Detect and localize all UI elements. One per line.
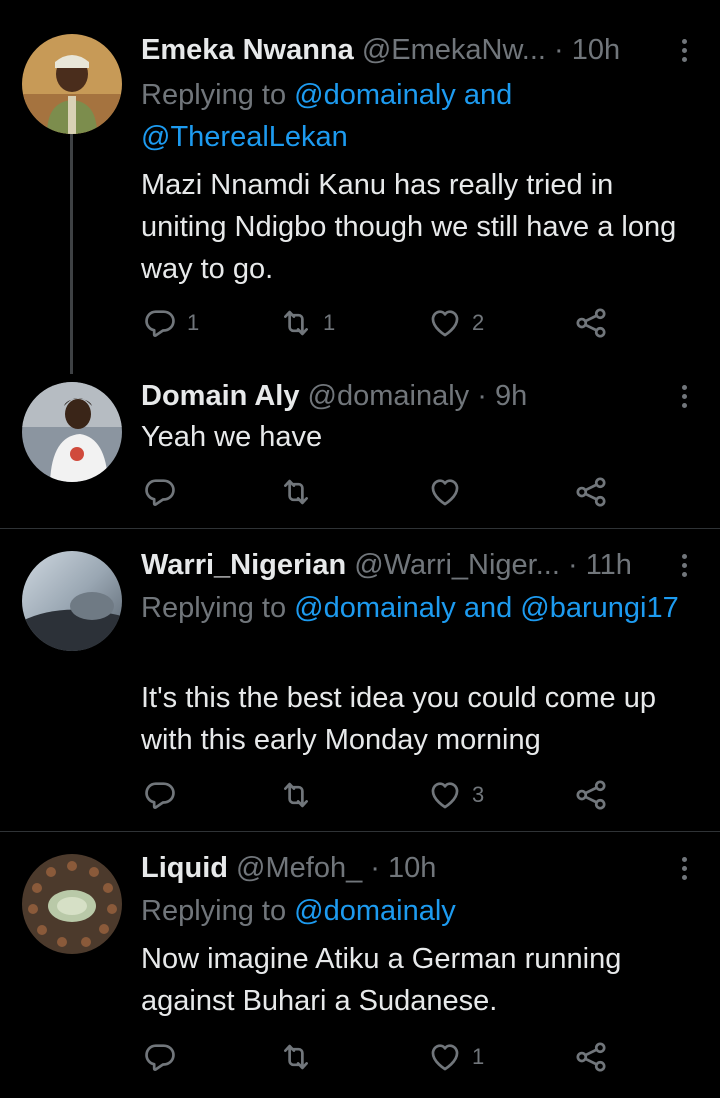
display-name[interactable]: Liquid xyxy=(141,852,228,884)
tweet-header: Domain Aly @domainaly · 9h xyxy=(141,378,650,414)
like-count: 3 xyxy=(472,782,485,807)
retweet-count: 1 xyxy=(323,310,336,335)
reply-count: 1 xyxy=(187,310,200,335)
like-button[interactable]: 1 xyxy=(428,1037,484,1077)
reply-icon xyxy=(143,475,177,509)
tweet-domain-aly[interactable]: Domain Aly @domainaly · 9h Yeah we have xyxy=(0,370,720,528)
tweet-text: It's this the best idea you could come u… xyxy=(141,682,656,756)
replying-to-mentions[interactable]: @domainaly xyxy=(294,895,456,927)
separator-dot: · xyxy=(370,852,380,884)
more-options-icon[interactable] xyxy=(672,378,696,414)
like-button[interactable]: 2 xyxy=(428,303,484,343)
like-button[interactable] xyxy=(428,472,472,512)
retweet-icon xyxy=(279,306,313,340)
retweet-icon xyxy=(279,475,313,509)
replying-to-mentions[interactable]: @domainaly and @barungi17 xyxy=(294,592,679,624)
retweet-button[interactable]: 1 xyxy=(279,303,335,343)
avatar[interactable] xyxy=(22,551,122,651)
username-handle[interactable]: @domainaly xyxy=(308,380,470,412)
display-name[interactable]: Warri_Nigerian xyxy=(141,549,346,581)
reply-icon xyxy=(143,1040,177,1074)
more-options-icon[interactable] xyxy=(672,547,696,583)
retweet-icon xyxy=(279,778,313,812)
separator-dot: · xyxy=(554,34,564,66)
tweet-emeka[interactable]: Emeka Nwanna @EmekaNw... · 10h Replying … xyxy=(0,0,720,370)
share-icon xyxy=(574,306,608,340)
retweet-button[interactable] xyxy=(279,472,323,512)
username-handle[interactable]: @EmekaNw... xyxy=(362,34,546,66)
reply-button[interactable]: 1 xyxy=(143,303,199,343)
action-bar: 1 1 2 xyxy=(141,303,621,343)
timestamp[interactable]: 9h xyxy=(495,380,527,412)
tweet-text: Mazi Nnamdi Kanu has really tried in uni… xyxy=(141,169,677,285)
replying-to: Replying to @domainaly and @TherealLekan xyxy=(141,74,701,158)
like-button[interactable]: 3 xyxy=(428,775,484,815)
share-button[interactable] xyxy=(574,1037,608,1077)
reply-button[interactable] xyxy=(143,472,187,512)
replying-to-label: Replying to xyxy=(141,79,295,111)
separator-dot: · xyxy=(567,549,578,581)
username-handle[interactable]: @Mefoh_ xyxy=(236,852,362,884)
tweet-liquid[interactable]: Liquid @Mefoh_ · 10h Replying to @domain… xyxy=(0,832,720,1098)
action-bar xyxy=(141,472,621,512)
avatar[interactable] xyxy=(22,854,122,954)
avatar[interactable] xyxy=(22,382,122,482)
more-options-icon[interactable] xyxy=(672,32,696,68)
more-options-icon[interactable] xyxy=(672,850,696,886)
reply-button[interactable] xyxy=(143,775,187,815)
retweet-button[interactable] xyxy=(279,1037,323,1077)
replying-to-label: Replying to xyxy=(141,895,295,927)
separator-dot: · xyxy=(477,380,487,412)
share-icon xyxy=(574,1040,608,1074)
avatar[interactable] xyxy=(22,34,122,134)
timestamp[interactable]: 10h xyxy=(572,34,620,66)
heart-icon xyxy=(428,475,462,509)
username-handle[interactable]: @Warri_Niger... xyxy=(354,549,560,581)
display-name[interactable]: Emeka Nwanna xyxy=(141,34,354,66)
share-button[interactable] xyxy=(574,303,608,343)
timestamp[interactable]: 11h xyxy=(586,549,632,581)
heart-icon xyxy=(428,778,462,812)
display-name[interactable]: Domain Aly xyxy=(141,380,299,412)
tweet-header: Warri_Nigerian @Warri_Niger... · 11h xyxy=(141,547,650,583)
like-count: 2 xyxy=(472,310,485,335)
reply-icon xyxy=(143,306,177,340)
retweet-button[interactable] xyxy=(279,775,323,815)
replying-to: Replying to @domainaly xyxy=(141,890,701,932)
tweet-text: Yeah we have xyxy=(141,421,323,453)
share-button[interactable] xyxy=(574,775,608,815)
tweet-header: Emeka Nwanna @EmekaNw... · 10h xyxy=(141,32,650,68)
replying-to-label: Replying to xyxy=(141,592,295,624)
replying-to: Replying to @domainaly and @barungi17 xyxy=(141,587,701,629)
share-icon xyxy=(574,778,608,812)
tweet-warri-nigerian[interactable]: Warri_Nigerian @Warri_Niger... · 11h Rep… xyxy=(0,529,720,831)
heart-icon xyxy=(428,306,462,340)
tweet-text: Now imagine Atiku a German running again… xyxy=(141,943,622,1017)
action-bar: 3 xyxy=(141,775,621,815)
reply-icon xyxy=(143,778,177,812)
share-icon xyxy=(574,475,608,509)
reply-button[interactable] xyxy=(143,1037,187,1077)
share-button[interactable] xyxy=(574,472,608,512)
heart-icon xyxy=(428,1040,462,1074)
like-count: 1 xyxy=(472,1044,485,1069)
retweet-icon xyxy=(279,1040,313,1074)
timestamp[interactable]: 10h xyxy=(388,852,436,884)
tweet-header: Liquid @Mefoh_ · 10h xyxy=(141,850,650,886)
action-bar: 1 xyxy=(141,1037,621,1077)
